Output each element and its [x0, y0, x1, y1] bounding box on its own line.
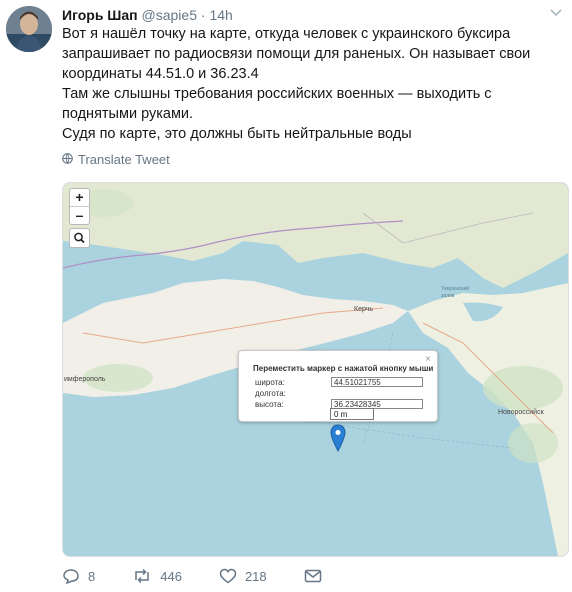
retweet-count: 446 [160, 568, 182, 584]
author-handle[interactable]: @sapie5 [142, 7, 197, 23]
latitude-label: широта: [255, 378, 285, 387]
like-button[interactable]: 218 [219, 568, 267, 584]
place-label-novorossiysk: Новороссийск [498, 409, 544, 416]
map-image[interactable]: + – имферополь Керчь Новороссийск Темрюк… [62, 182, 569, 557]
place-label-kerch: Керчь [354, 306, 374, 313]
tweet-text-line: Судя по карте, это должны быть нейтральн… [62, 126, 412, 142]
place-label-temryuk: Темрюкский залив [441, 286, 470, 299]
timestamp[interactable]: 14h [209, 7, 232, 23]
search-icon [70, 232, 89, 251]
tweet-text: Вот я нашёл точку на карте, откуда челов… [62, 24, 562, 144]
globe-icon [62, 152, 73, 167]
zoom-in-button[interactable]: + [70, 189, 89, 206]
reply-icon [62, 568, 80, 584]
caret-down-icon[interactable] [550, 6, 562, 20]
reply-count: 8 [88, 568, 96, 584]
place-label-simferopol: имферополь [64, 376, 106, 383]
separator: · [200, 7, 206, 23]
tweet-actions: 8 446 218 [62, 568, 359, 584]
translate-tweet-link[interactable]: Translate Tweet [62, 152, 170, 167]
author-name[interactable]: Игорь Шап [62, 7, 138, 23]
zoom-out-button[interactable]: – [70, 206, 89, 224]
like-count: 218 [244, 568, 267, 584]
message-icon [304, 569, 322, 583]
direct-message-button[interactable] [304, 569, 322, 583]
tweet-header: Игорь Шап @sapie5 · 14h [62, 6, 233, 24]
zoom-control: + – [69, 188, 90, 225]
translate-label: Translate Tweet [78, 152, 170, 167]
map-search-button[interactable] [69, 228, 90, 248]
avatar[interactable] [6, 6, 52, 52]
altitude-suggestion[interactable]: 0 m [330, 408, 374, 420]
retweet-button[interactable]: 446 [132, 568, 182, 584]
tweet-text-line: Там же слышны требования российских воен… [62, 86, 492, 122]
retweet-icon [132, 568, 152, 584]
reply-button[interactable]: 8 [62, 568, 95, 584]
like-icon [219, 568, 237, 584]
latitude-field[interactable]: 44.51021755 [331, 377, 423, 387]
tweet-text-line: Вот я нашёл точку на карте, откуда челов… [62, 26, 531, 82]
popup-title: Переместить маркер с нажатой кнопку мыши [253, 364, 434, 373]
map-marker-icon[interactable] [330, 424, 346, 457]
altitude-label: высота: [255, 400, 284, 409]
longitude-label: долгота: [255, 389, 286, 398]
